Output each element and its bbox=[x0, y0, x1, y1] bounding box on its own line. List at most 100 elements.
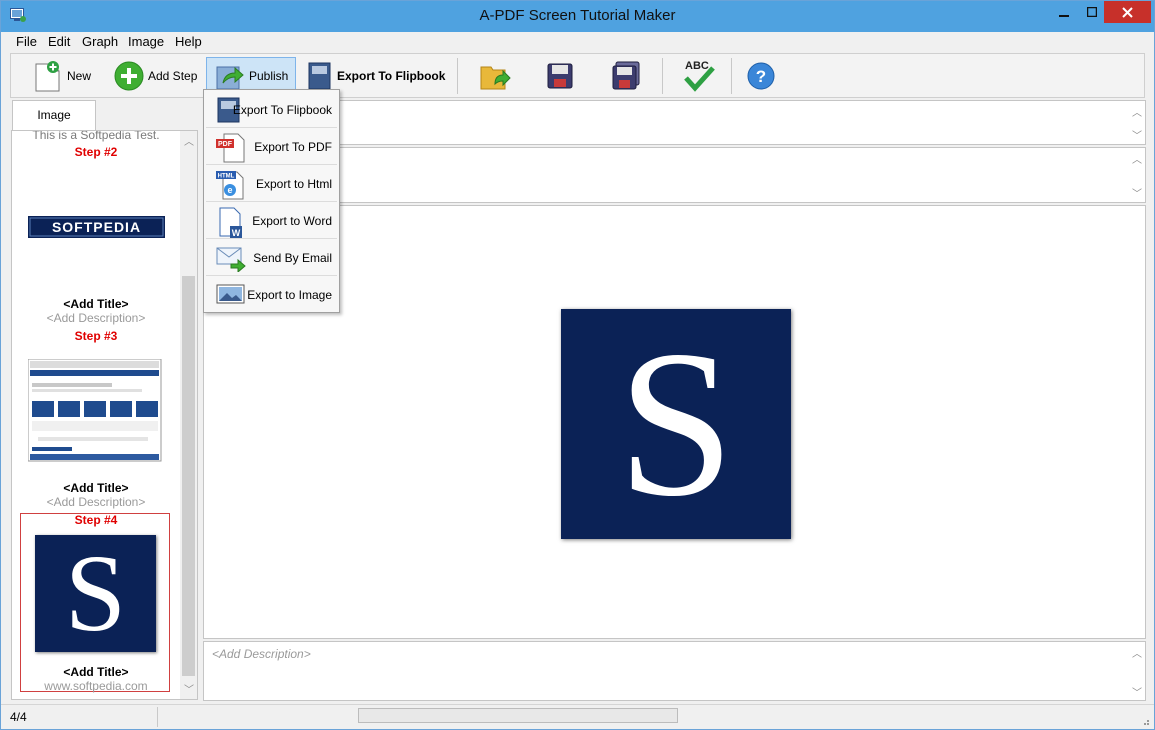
main-image: S bbox=[561, 309, 791, 539]
menu-export-flipbook-label: Export To Flipbook bbox=[232, 102, 332, 117]
svg-text:PDF: PDF bbox=[218, 141, 233, 148]
status-progress-bar bbox=[358, 708, 678, 723]
flipbook-icon bbox=[308, 62, 331, 89]
scroll-up-icon[interactable]: ︿ bbox=[184, 133, 194, 148]
new-button[interactable]: New bbox=[33, 57, 91, 94]
email-icon bbox=[216, 247, 246, 272]
main-image-letter: S bbox=[617, 308, 735, 540]
menu-export-html[interactable]: HTML e Export to Html bbox=[206, 166, 337, 202]
step-panel: Image This is a Softpedia Test. Step #2 … bbox=[10, 100, 201, 702]
app-window: A-PDF Screen Tutorial Maker File Edit Gr… bbox=[0, 0, 1155, 730]
step-4-title[interactable]: <Add Title> bbox=[12, 665, 180, 679]
menu-image[interactable]: Image bbox=[126, 34, 166, 49]
menu-graph[interactable]: Graph bbox=[80, 34, 120, 49]
title-editor[interactable]: ︿ ﹀ bbox=[203, 100, 1146, 145]
word-icon: W bbox=[219, 207, 242, 238]
svg-text:ABC: ABC bbox=[685, 60, 709, 72]
save-as-icon bbox=[612, 61, 640, 89]
menu-export-word-label: Export to Word bbox=[252, 213, 332, 228]
new-document-icon bbox=[35, 60, 60, 91]
step-1-description-cut: This is a Softpedia Test. bbox=[32, 130, 160, 142]
scroll-down-icon[interactable]: ﹀ bbox=[1132, 684, 1142, 699]
open-button[interactable] bbox=[479, 57, 511, 94]
status-divider bbox=[157, 707, 158, 727]
image-icon bbox=[216, 284, 245, 304]
step-4-description[interactable]: www.softpedia.com bbox=[12, 679, 180, 693]
menu-export-image[interactable]: Export to Image bbox=[206, 277, 337, 312]
scroll-up-icon[interactable]: ︿ bbox=[1132, 645, 1142, 660]
svg-text:?: ? bbox=[756, 67, 766, 86]
scroll-down-icon[interactable]: ﹀ bbox=[1132, 185, 1142, 200]
scrollbar-thumb[interactable] bbox=[182, 276, 195, 676]
menu-file[interactable]: File bbox=[14, 34, 39, 49]
menu-export-pdf[interactable]: PDF Export To PDF bbox=[206, 129, 337, 165]
close-icon bbox=[1122, 6, 1133, 18]
menu-send-email[interactable]: Send By Email bbox=[206, 240, 337, 276]
description-editor-scrollbar[interactable]: ︿ ﹀ bbox=[1128, 642, 1145, 700]
menu-export-html-label: Export to Html bbox=[255, 176, 332, 191]
svg-text:W: W bbox=[232, 228, 241, 238]
save-button[interactable] bbox=[546, 57, 574, 94]
spell-check-button[interactable]: ABC bbox=[682, 57, 716, 94]
menu-export-image-label: Export to Image bbox=[247, 287, 332, 302]
title-bar: A-PDF Screen Tutorial Maker bbox=[1, 1, 1154, 32]
step-3-thumbnail[interactable] bbox=[27, 358, 163, 463]
scroll-up-icon[interactable]: ︿ bbox=[1132, 151, 1142, 166]
step-2-thumbnail[interactable]: SOFTPEDIA bbox=[28, 216, 165, 238]
window-title: A-PDF Screen Tutorial Maker bbox=[479, 7, 676, 24]
tab-image[interactable]: Image bbox=[12, 100, 96, 131]
maximize-button[interactable] bbox=[1078, 1, 1106, 23]
save-icon bbox=[547, 63, 573, 88]
webpage-screenshot-image bbox=[27, 358, 162, 462]
save-as-button[interactable] bbox=[611, 57, 641, 94]
publish-icon bbox=[216, 66, 244, 89]
add-step-icon bbox=[114, 61, 144, 90]
menu-edit[interactable]: Edit bbox=[46, 34, 72, 49]
minimize-button[interactable] bbox=[1050, 1, 1078, 23]
image-canvas[interactable]: S bbox=[203, 205, 1146, 639]
publish-dropdown-menu: Export To Flipbook PDF Export To PDF HTM… bbox=[203, 89, 340, 313]
step-4-thumb-letter: S bbox=[64, 532, 127, 654]
softpedia-logo-text: SOFTPEDIA bbox=[51, 219, 142, 235]
subtitle-editor-scrollbar[interactable]: ︿ ﹀ bbox=[1128, 148, 1145, 202]
step-2-title[interactable]: <Add Title> bbox=[12, 297, 180, 311]
scroll-down-icon[interactable]: ﹀ bbox=[1132, 127, 1142, 142]
html-icon: HTML e bbox=[216, 171, 244, 200]
menu-export-word[interactable]: W Export to Word bbox=[206, 203, 337, 239]
description-placeholder: <Add Description> bbox=[212, 647, 311, 661]
add-step-button[interactable]: Add Step bbox=[114, 57, 197, 94]
new-label: New bbox=[67, 68, 92, 83]
scroll-up-icon[interactable]: ︿ bbox=[1132, 104, 1142, 119]
step-thumbnail-list: This is a Softpedia Test. Step #2 SOFTPE… bbox=[11, 130, 198, 700]
help-button[interactable]: ? bbox=[747, 57, 775, 94]
menu-send-email-label: Send By Email bbox=[253, 250, 332, 265]
subtitle-editor[interactable]: ︿ ﹀ bbox=[203, 147, 1146, 203]
toolbar-separator bbox=[731, 58, 732, 94]
resize-grip-icon[interactable] bbox=[1140, 716, 1150, 726]
export-flipbook-label: Export To Flipbook bbox=[337, 68, 446, 83]
step-3-label: Step #3 bbox=[74, 329, 118, 343]
svg-text:HTML: HTML bbox=[218, 174, 235, 180]
step-3-title[interactable]: <Add Title> bbox=[12, 481, 180, 495]
status-bar: 4/4 bbox=[1, 704, 1154, 729]
description-editor[interactable]: <Add Description> ︿ ﹀ bbox=[203, 641, 1146, 701]
pdf-icon: PDF bbox=[216, 133, 245, 163]
menu-help[interactable]: Help bbox=[173, 34, 204, 49]
title-editor-scrollbar[interactable]: ︿ ﹀ bbox=[1128, 101, 1145, 144]
toolbar-separator bbox=[662, 58, 663, 94]
toolbar-separator bbox=[457, 58, 458, 94]
svg-text:e: e bbox=[227, 185, 232, 195]
step-2-description[interactable]: <Add Description> bbox=[12, 311, 180, 325]
scroll-down-icon[interactable]: ﹀ bbox=[184, 681, 194, 696]
step-4-label: Step #4 bbox=[74, 513, 118, 527]
menu-export-pdf-label: Export To PDF bbox=[254, 139, 332, 154]
step-4-thumbnail[interactable]: S bbox=[35, 535, 156, 652]
add-step-label: Add Step bbox=[148, 68, 198, 83]
toolbar: New Add Step Publish Export To Flipbook bbox=[10, 53, 1145, 98]
publish-label: Publish bbox=[249, 68, 289, 83]
close-button[interactable] bbox=[1104, 1, 1151, 23]
menu-bar: File Edit Graph Image Help bbox=[1, 32, 1154, 52]
menu-export-flipbook[interactable]: Export To Flipbook bbox=[206, 92, 337, 128]
step-3-description[interactable]: <Add Description> bbox=[12, 495, 180, 509]
thumbnail-scrollbar[interactable]: ︿ ﹀ bbox=[180, 131, 197, 699]
